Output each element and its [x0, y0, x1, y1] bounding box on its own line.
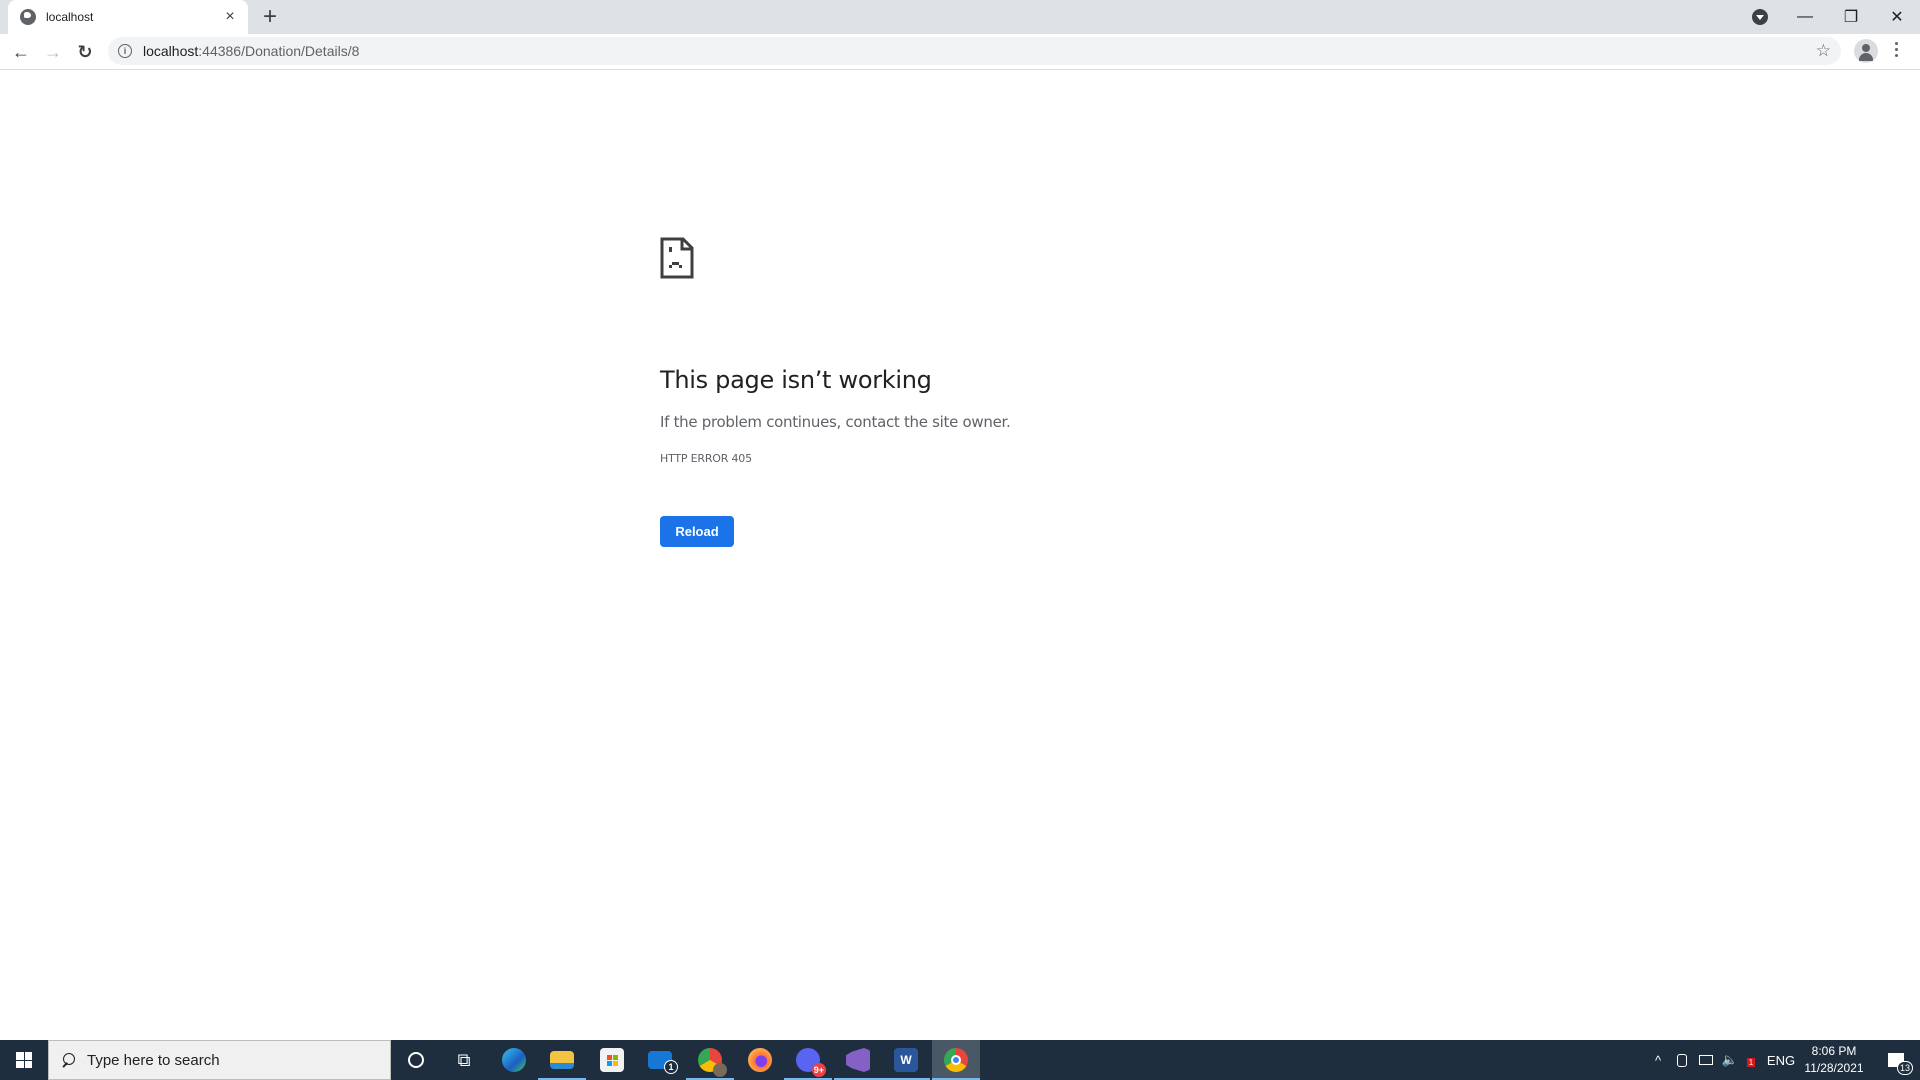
error-code: HTTP ERROR 405: [660, 452, 752, 465]
volume-icon[interactable]: 🔈: [1718, 1040, 1742, 1080]
close-window-button[interactable]: ✕: [1874, 0, 1920, 34]
address-bar[interactable]: i localhost:44386/Donation/Details/8 ☆: [108, 37, 1841, 65]
cortana-button[interactable]: [392, 1040, 440, 1080]
avatar-body: [1859, 53, 1873, 61]
clock-date: 11/28/2021: [1804, 1061, 1864, 1075]
taskbar-search-input[interactable]: Type here to search: [48, 1040, 391, 1080]
clock[interactable]: 8:06 PM 11/28/2021: [1796, 1043, 1872, 1077]
mail-badge: 1: [664, 1060, 678, 1074]
browser-toolbar: ← → ↻ i localhost:44386/Donation/Details…: [0, 34, 1920, 70]
forward-button[interactable]: →: [39, 38, 67, 66]
firefox-icon: [748, 1048, 772, 1072]
minimize-button[interactable]: —: [1782, 0, 1828, 34]
show-hidden-icons[interactable]: ^: [1648, 1040, 1668, 1080]
error-message: If the problem continues, contact the si…: [660, 413, 1011, 431]
app-tray-icon[interactable]: 1: [1742, 1040, 1766, 1080]
folder-icon: [550, 1051, 574, 1069]
reload-button[interactable]: Reload: [660, 516, 734, 547]
error-page: This page isn’t working If the problem c…: [660, 237, 1260, 547]
start-button[interactable]: [0, 1040, 48, 1080]
profile-avatar[interactable]: [1854, 39, 1878, 63]
visual-studio-icon: [846, 1048, 870, 1072]
taskbar-discord[interactable]: 9+: [784, 1040, 832, 1080]
action-center-button[interactable]: 13: [1876, 1040, 1916, 1080]
discord-badge: 9+: [811, 1063, 826, 1077]
discord-icon: 9+: [796, 1048, 826, 1077]
taskbar-file-explorer[interactable]: [538, 1040, 586, 1080]
windows-logo-icon: [16, 1052, 32, 1068]
url-host: localhost: [143, 43, 199, 59]
search-icon: [61, 1053, 75, 1067]
search-placeholder: Type here to search: [87, 1051, 220, 1069]
tab-close-icon[interactable]: ×: [222, 8, 238, 26]
site-info-icon[interactable]: i: [118, 44, 132, 58]
clock-time: 8:06 PM: [1811, 1044, 1857, 1058]
reload-page-button[interactable]: ↻: [71, 38, 99, 66]
network-icon[interactable]: [1694, 1040, 1718, 1080]
taskbar-edge[interactable]: [490, 1040, 538, 1080]
notification-count: 13: [1896, 1061, 1913, 1075]
taskbar-store[interactable]: [588, 1040, 636, 1080]
tab-search-icon[interactable]: [1752, 9, 1768, 25]
sad-page-icon: [660, 237, 694, 279]
app-tray-badge: 1: [1747, 1058, 1755, 1067]
taskbar-visual-studio[interactable]: [834, 1040, 882, 1080]
avatar-head: [1862, 44, 1870, 52]
restore-button[interactable]: ❐: [1828, 0, 1874, 34]
profile-photo-icon: [713, 1063, 727, 1077]
windows-taskbar: Type here to search ⧉ 1 9+ W ^ 🔈 1 ENG 8…: [0, 1040, 1920, 1080]
chrome-center: [951, 1055, 961, 1065]
globe-icon: [20, 9, 36, 25]
language-indicator[interactable]: ENG: [1766, 1040, 1796, 1080]
store-icon: [600, 1048, 624, 1072]
chrome-profile-icon: [698, 1048, 727, 1077]
taskbar-chrome[interactable]: [932, 1040, 980, 1080]
bookmark-star-icon[interactable]: ☆: [1816, 41, 1831, 61]
edge-icon: [502, 1048, 526, 1072]
url-path: :44386/Donation/Details/8: [198, 43, 360, 59]
menu-kebab-icon[interactable]: [1892, 42, 1900, 57]
new-tab-button[interactable]: +: [258, 4, 282, 30]
word-icon: W: [894, 1048, 918, 1072]
error-heading: This page isn’t working: [660, 366, 932, 394]
taskbar-chrome-profile[interactable]: [686, 1040, 734, 1080]
tab-strip: localhost × + — ❐ ✕: [0, 0, 1920, 34]
back-button[interactable]: ←: [7, 38, 35, 66]
taskbar-mail[interactable]: 1: [636, 1040, 684, 1080]
tab-title: localhost: [46, 10, 94, 24]
webcam-icon[interactable]: [1670, 1040, 1694, 1080]
cortana-icon: [408, 1052, 424, 1068]
mail-icon: 1: [648, 1051, 678, 1074]
task-view-button[interactable]: ⧉: [440, 1040, 488, 1080]
chrome-icon: [944, 1048, 968, 1072]
taskbar-firefox[interactable]: [736, 1040, 784, 1080]
notification-icon: 13: [1888, 1053, 1913, 1075]
taskbar-word[interactable]: W: [882, 1040, 930, 1080]
tab-localhost[interactable]: localhost ×: [8, 0, 248, 34]
task-view-icon: ⧉: [457, 1049, 471, 1070]
